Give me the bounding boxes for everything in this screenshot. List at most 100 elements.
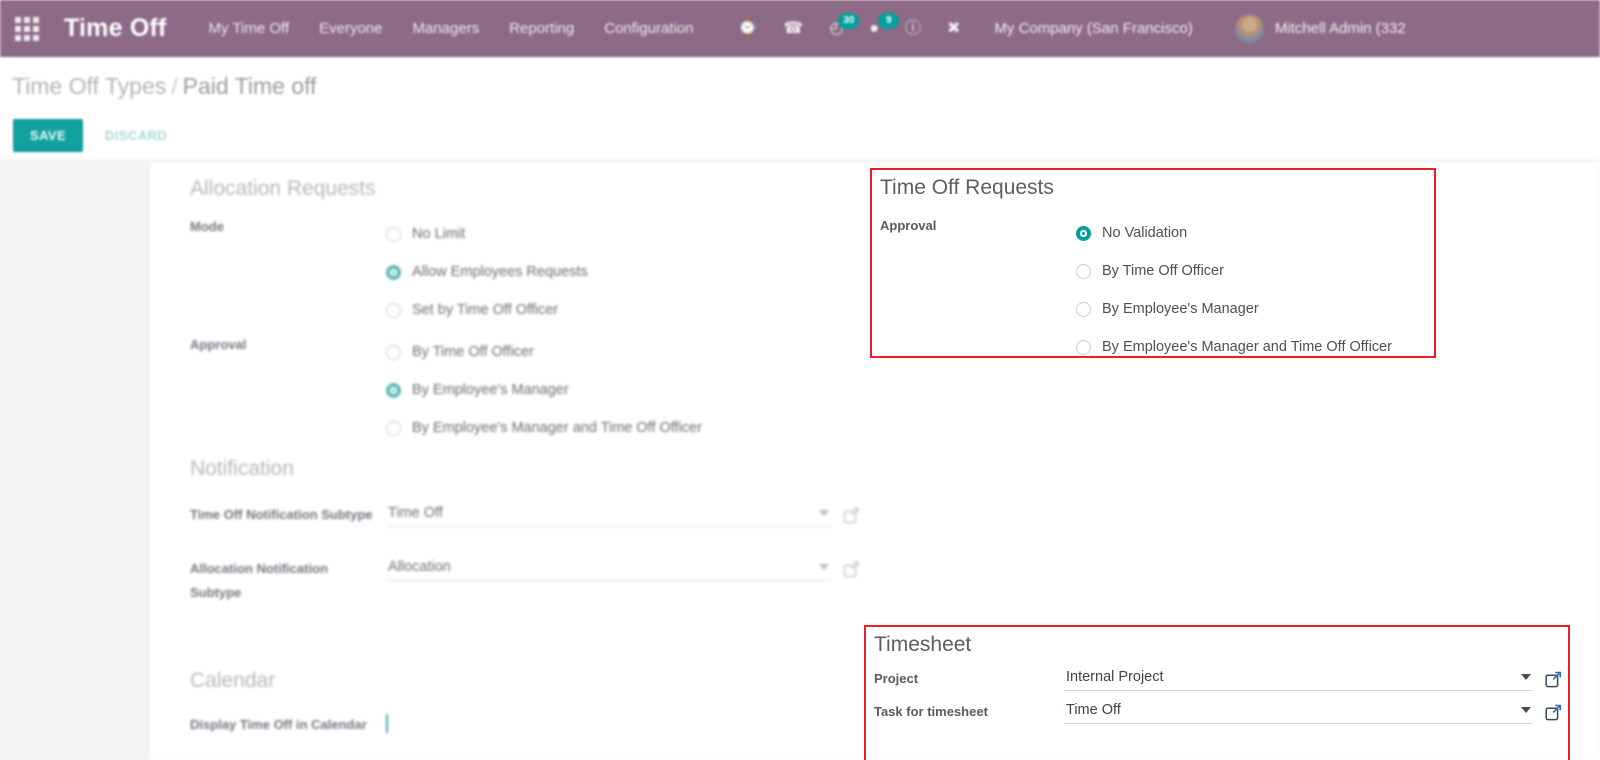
apps-grid-icon[interactable] — [12, 15, 42, 43]
field-row-allocation-approval: Approval By Time Off Officer By Employee… — [190, 333, 860, 447]
mode-label: Mode — [190, 219, 224, 234]
chevron-down-icon[interactable] — [1521, 674, 1531, 680]
user-menu[interactable]: Mitchell Admin (332 — [1234, 14, 1406, 43]
radio-no-validation-indicator — [1076, 225, 1091, 241]
activities-icon[interactable]: ⌚ — [737, 19, 758, 37]
odoo-app-window: Time Off My Time Off Everyone Managers R… — [0, 0, 1600, 760]
external-link-icon[interactable] — [843, 561, 860, 578]
project-m2o[interactable]: Internal Project — [1064, 667, 1562, 691]
radio-allow-employees-requests[interactable]: Allow Employees Requests — [386, 253, 860, 291]
info-icon[interactable]: ⓘ — [904, 19, 921, 37]
field-row-mode: Mode No Limit Allow Employees Requests S… — [190, 215, 860, 329]
allocation-notification-subtype-value: Allocation — [388, 559, 451, 575]
task-for-timesheet-label: Task for timesheet — [874, 704, 988, 719]
group-timesheet: Timesheet Project Internal Project Task … — [874, 633, 1562, 758]
task-for-timesheet-value: Time Off — [1066, 702, 1121, 718]
top-navbar: Time Off My Time Off Everyone Managers R… — [0, 0, 1600, 57]
field-row-task-for-timesheet: Task for timesheet Time Off — [874, 700, 1562, 724]
radio-alloc-by-manager-and-officer[interactable]: By Employee's Manager and Time Off Offic… — [386, 409, 860, 447]
external-link-icon[interactable] — [1545, 671, 1562, 688]
group-calendar: Calendar Display Time Off in Calendar — [190, 669, 860, 734]
menu-item-everyone[interactable]: Everyone — [319, 20, 382, 37]
breadcrumb-root[interactable]: Time Off Types — [12, 73, 166, 99]
record-action-buttons: SAVE DISCARD — [13, 119, 167, 152]
chevron-down-icon[interactable] — [819, 564, 829, 570]
field-row-display-time-off-in-calendar: Display Time Off in Calendar — [190, 714, 860, 734]
notification-title: Notification — [190, 457, 294, 480]
menu-item-configuration[interactable]: Configuration — [604, 20, 693, 37]
allocation-notification-subtype-m2o[interactable]: Allocation — [386, 557, 860, 581]
task-for-timesheet-input[interactable]: Time Off — [1064, 700, 1533, 724]
timesheet-title: Timesheet — [874, 633, 972, 656]
allocation-requests-title: Allocation Requests — [190, 177, 376, 200]
chevron-down-icon[interactable] — [819, 510, 829, 516]
project-label: Project — [874, 671, 919, 686]
control-panel: Time Off Types / Paid Time off SAVE DISCAR… — [0, 57, 1600, 161]
allocation-notification-subtype-label: Allocation Notification Subtype — [190, 561, 328, 600]
radio-by-manager-and-officer-label: By Employee's Manager and Time Off Offic… — [1102, 339, 1392, 355]
time-off-notification-subtype-input[interactable]: Time Off — [386, 503, 831, 527]
phone-icon[interactable]: ☎ — [783, 20, 803, 37]
radio-by-employees-manager[interactable]: By Employee's Manager — [1076, 290, 1428, 328]
radio-by-employees-manager-indicator — [1076, 301, 1091, 317]
group-time-off-requests: Time Off Requests Approval No Validation… — [880, 176, 1428, 355]
field-row-project: Project Internal Project — [874, 667, 1562, 691]
radio-by-time-off-officer-indicator — [1076, 263, 1091, 279]
calendar-title: Calendar — [190, 669, 276, 692]
radio-alloc-by-employees-manager-label: By Employee's Manager — [412, 382, 569, 398]
app-brand-title[interactable]: Time Off — [64, 14, 167, 43]
activities-glyph: ⌚ — [737, 19, 758, 37]
radio-alloc-by-employees-manager-indicator — [386, 382, 401, 398]
menu-item-managers[interactable]: Managers — [413, 20, 480, 37]
menu-item-my-time-off[interactable]: My Time Off — [209, 20, 290, 37]
allocation-approval-radio-group: By Time Off Officer By Employee's Manage… — [386, 333, 860, 447]
radio-by-time-off-officer-label: By Time Off Officer — [1102, 263, 1224, 279]
external-link-icon[interactable] — [843, 507, 860, 524]
field-row-allocation-notification-subtype: Allocation Notification Subtype Allocati… — [190, 557, 860, 605]
radio-no-limit[interactable]: No Limit — [386, 215, 860, 253]
time-off-notification-subtype-field: Time Off — [386, 503, 860, 527]
chevron-down-icon[interactable] — [1521, 707, 1531, 713]
radio-no-validation[interactable]: No Validation — [1076, 214, 1428, 252]
group-notification: Notification Time Off Notification Subty… — [190, 457, 860, 605]
messages-icon[interactable]: ● 9 — [869, 12, 900, 37]
radio-alloc-by-manager-and-officer-indicator — [386, 420, 401, 436]
field-row-time-off-approval: Approval No Validation By Time Off Offic… — [880, 214, 1428, 366]
time-off-notification-subtype-label: Time Off Notification Subtype — [190, 507, 373, 522]
save-button[interactable]: SAVE — [13, 119, 84, 152]
radio-set-by-time-off-officer-label: Set by Time Off Officer — [412, 302, 559, 318]
menu-item-reporting[interactable]: Reporting — [509, 20, 574, 37]
user-menu-label: Mitchell Admin (332 — [1274, 20, 1406, 37]
mode-radio-group: No Limit Allow Employees Requests Set by… — [386, 215, 860, 329]
radio-allow-employees-requests-label: Allow Employees Requests — [412, 264, 588, 280]
radio-alloc-by-time-off-officer[interactable]: By Time Off Officer — [386, 333, 860, 371]
time-off-approval-radio-group: No Validation By Time Off Officer By Emp… — [1076, 214, 1428, 366]
allocation-notification-subtype-field: Allocation — [386, 557, 860, 581]
radio-by-manager-and-officer[interactable]: By Employee's Manager and Time Off Offic… — [1076, 328, 1428, 366]
debug-icon[interactable]: ✖ — [947, 19, 961, 37]
radio-alloc-by-employees-manager[interactable]: By Employee's Manager — [386, 371, 860, 409]
company-switcher[interactable]: My Company (San Francisco) — [994, 20, 1192, 37]
project-input[interactable]: Internal Project — [1064, 667, 1533, 691]
clock-activity-icon[interactable]: ◴ 30 — [829, 12, 860, 37]
task-for-timesheet-m2o[interactable]: Time Off — [1064, 700, 1562, 724]
radio-alloc-by-time-off-officer-indicator — [386, 344, 401, 360]
allocation-approval-label: Approval — [190, 337, 247, 352]
time-off-notification-subtype-m2o[interactable]: Time Off — [386, 503, 860, 527]
task-for-timesheet-field: Time Off — [1064, 700, 1562, 724]
display-time-off-in-calendar-checkbox[interactable] — [386, 714, 388, 733]
external-link-icon[interactable] — [1545, 704, 1562, 721]
time-off-approval-label: Approval — [880, 218, 937, 233]
radio-alloc-by-manager-and-officer-label: By Employee's Manager and Time Off Offic… — [412, 420, 702, 436]
avatar — [1234, 14, 1264, 43]
info-glyph: ⓘ — [904, 19, 921, 37]
message-counter-badge: 9 — [878, 12, 900, 29]
radio-by-manager-and-officer-indicator — [1076, 339, 1091, 355]
main-menu: My Time Off Everyone Managers Reporting … — [209, 20, 694, 37]
activity-counter-badge: 30 — [838, 12, 860, 29]
radio-set-by-time-off-officer[interactable]: Set by Time Off Officer — [386, 291, 860, 329]
debug-glyph: ✖ — [947, 19, 961, 37]
radio-by-time-off-officer[interactable]: By Time Off Officer — [1076, 252, 1428, 290]
allocation-notification-subtype-input[interactable]: Allocation — [386, 557, 831, 581]
discard-button[interactable]: DISCARD — [105, 128, 167, 143]
